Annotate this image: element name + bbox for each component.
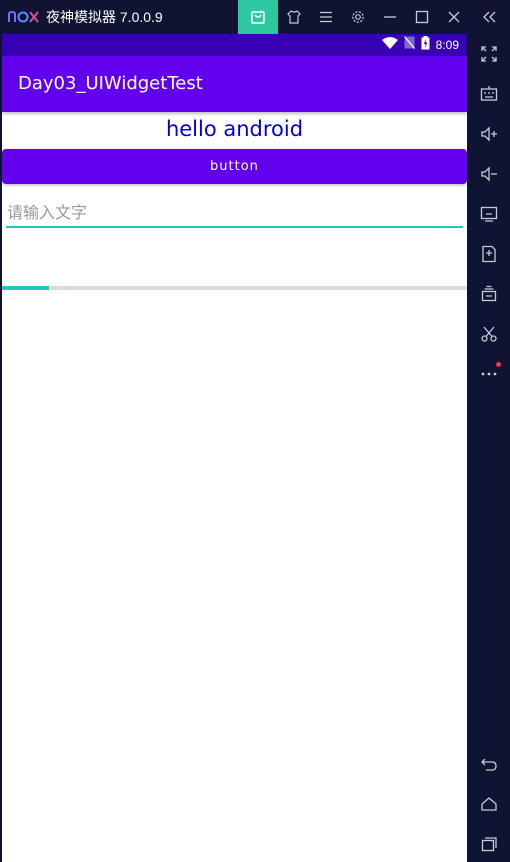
shirt-icon [286, 9, 302, 25]
recents-button[interactable] [467, 824, 510, 862]
status-icons: 8:09 [381, 35, 459, 55]
volume-up-button[interactable] [467, 114, 510, 154]
menu-icon [319, 11, 333, 23]
recents-icon [480, 836, 498, 852]
emulator-sidebar [467, 34, 510, 862]
back-button[interactable] [467, 744, 510, 784]
status-time: 8:09 [435, 38, 459, 52]
more-icon [480, 371, 498, 377]
emulator-title: 夜神模拟器 7.0.0.9 [46, 9, 163, 25]
multi-instance-button[interactable] [467, 274, 510, 314]
main-button[interactable]: button [2, 149, 467, 184]
minimize-button[interactable] [374, 2, 406, 32]
status-bar: 8:09 [2, 34, 467, 56]
progress-bar [2, 286, 467, 290]
maximize-button[interactable] [406, 2, 438, 32]
collapse-icon [481, 10, 497, 24]
menu-button[interactable] [310, 2, 342, 32]
close-button[interactable] [438, 2, 470, 32]
text-input-container [6, 198, 463, 228]
more-button[interactable] [467, 354, 510, 394]
apk-install-button[interactable] [467, 234, 510, 274]
gear-icon [350, 9, 366, 25]
app-bar: Day03_UIWidgetTest [2, 56, 467, 112]
back-icon [480, 756, 498, 772]
close-icon [447, 10, 461, 24]
scissors-button[interactable] [467, 314, 510, 354]
no-sim-icon [403, 36, 415, 54]
theme-button[interactable] [278, 2, 310, 32]
fullscreen-button[interactable] [467, 34, 510, 74]
battery-icon [421, 35, 430, 55]
hello-text-view: hello android [165, 117, 304, 141]
multi-instance-icon [480, 285, 498, 303]
wifi-icon [381, 36, 398, 54]
app-title: Day03_UIWidgetTest [18, 73, 203, 94]
volume-down-icon [480, 165, 498, 183]
apk-install-icon [480, 245, 498, 263]
volume-up-icon [480, 125, 498, 143]
keyboard-icon [480, 86, 498, 102]
fullscreen-icon [480, 45, 498, 63]
home-button[interactable] [467, 784, 510, 824]
maximize-icon [415, 10, 429, 24]
scissors-icon [480, 325, 498, 343]
progress-bar-fill [2, 286, 49, 290]
nox-logo [8, 9, 40, 25]
bag-button[interactable] [238, 0, 278, 34]
emulator-titlebar: 夜神模拟器 7.0.0.9 [0, 0, 510, 34]
bag-icon [250, 9, 266, 25]
emulator-window: 夜神模拟器 7.0.0.9 8:09 Day03_UIWidgetTest he… [0, 0, 510, 862]
screen-button[interactable] [467, 194, 510, 234]
settings-button[interactable] [342, 2, 374, 32]
collapse-sidebar-button[interactable] [473, 2, 505, 32]
notification-dot [496, 362, 501, 367]
android-screen: 8:09 Day03_UIWidgetTest hello android bu… [2, 34, 467, 862]
home-icon [480, 796, 498, 812]
text-input[interactable] [6, 198, 463, 226]
volume-down-button[interactable] [467, 154, 510, 194]
screen-icon [480, 205, 498, 223]
keyboard-button[interactable] [467, 74, 510, 114]
minimize-icon [383, 10, 397, 24]
